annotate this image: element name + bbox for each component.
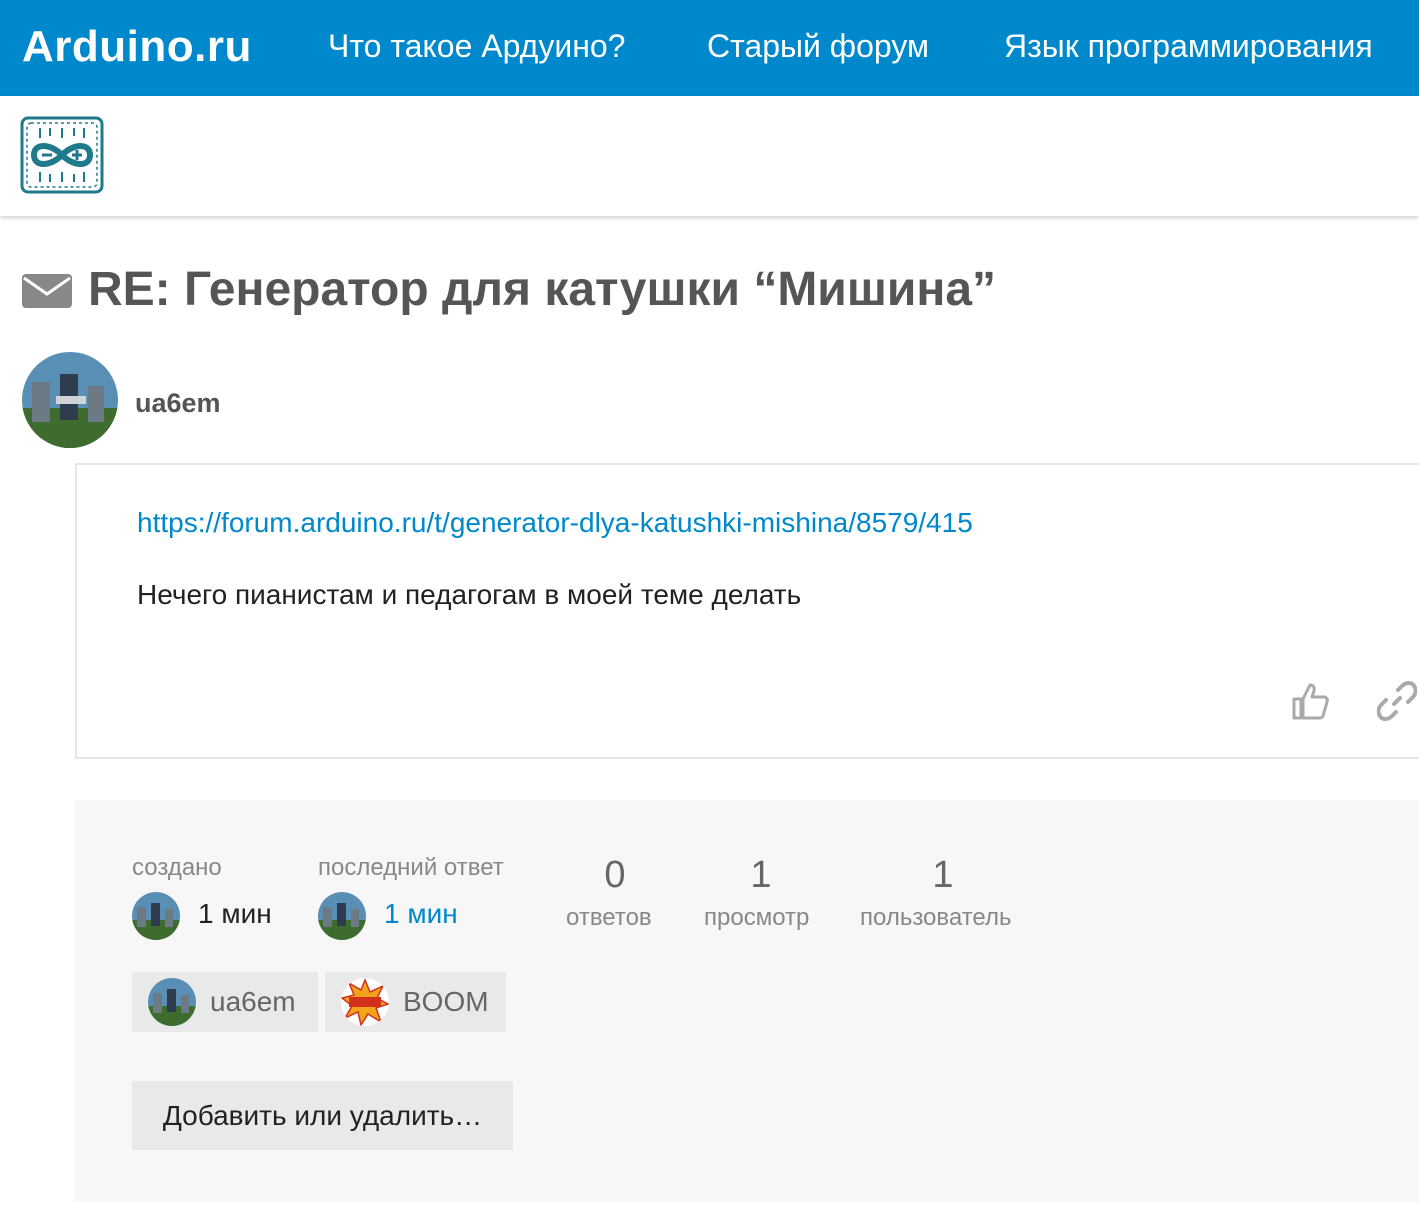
page-title: RE: Генератор для катушки “Мишина” [88,263,997,316]
top-navbar: Arduino.ru Что такое Ардуино? Старый фор… [0,0,1419,96]
thumbs-up-icon[interactable] [1290,681,1330,721]
created-avatar[interactable] [132,892,180,940]
participant-chip-boom[interactable]: BOOM [325,972,506,1032]
link-icon[interactable] [1377,681,1417,721]
author-username[interactable]: ua6em [135,388,221,419]
topic-title-row: RE: Генератор для катушки “Мишина” [22,262,996,317]
author-avatar[interactable] [22,352,118,448]
views-label: просмотр [704,904,810,931]
post-text: Нечего пианистам и педагогам в моей теме… [137,579,802,610]
nav-old-forum[interactable]: Старый форум [707,28,929,65]
participant-name: ua6em [210,986,296,1017]
site-header [0,96,1419,216]
nav-programming-language[interactable]: Язык программирования [1004,28,1373,65]
nav-what-is-arduino[interactable]: Что такое Ардуино? [328,28,625,65]
users-label: пользователь [860,904,1012,931]
post-body: https://forum.arduino.ru/t/generator-dly… [75,463,1419,759]
replies-label: ответов [566,904,652,931]
views-count: 1 [750,854,772,896]
last-reply-label: последний ответ [318,854,504,881]
participant-name: BOOM [403,986,489,1017]
users-count: 1 [932,854,954,896]
last-reply-avatar[interactable] [318,892,366,940]
created-time: 1 мин [198,898,272,929]
post-link[interactable]: https://forum.arduino.ru/t/generator-dly… [137,507,973,539]
forum-logo-icon[interactable] [20,116,104,194]
last-reply-time[interactable]: 1 мин [384,898,458,930]
participant-chip-ua6em[interactable]: ua6em [132,972,318,1032]
replies-count: 0 [604,854,626,896]
created-label: создано [132,854,222,881]
topic-map: создано 1 мин последний ответ 1 мин 0 от… [75,800,1419,1202]
add-remove-button[interactable]: Добавить или удалить… [132,1081,513,1150]
brand-link[interactable]: Arduino.ru [22,22,252,72]
participant-avatar [148,978,196,1026]
envelope-icon [22,273,72,308]
participant-avatar [341,978,389,1026]
